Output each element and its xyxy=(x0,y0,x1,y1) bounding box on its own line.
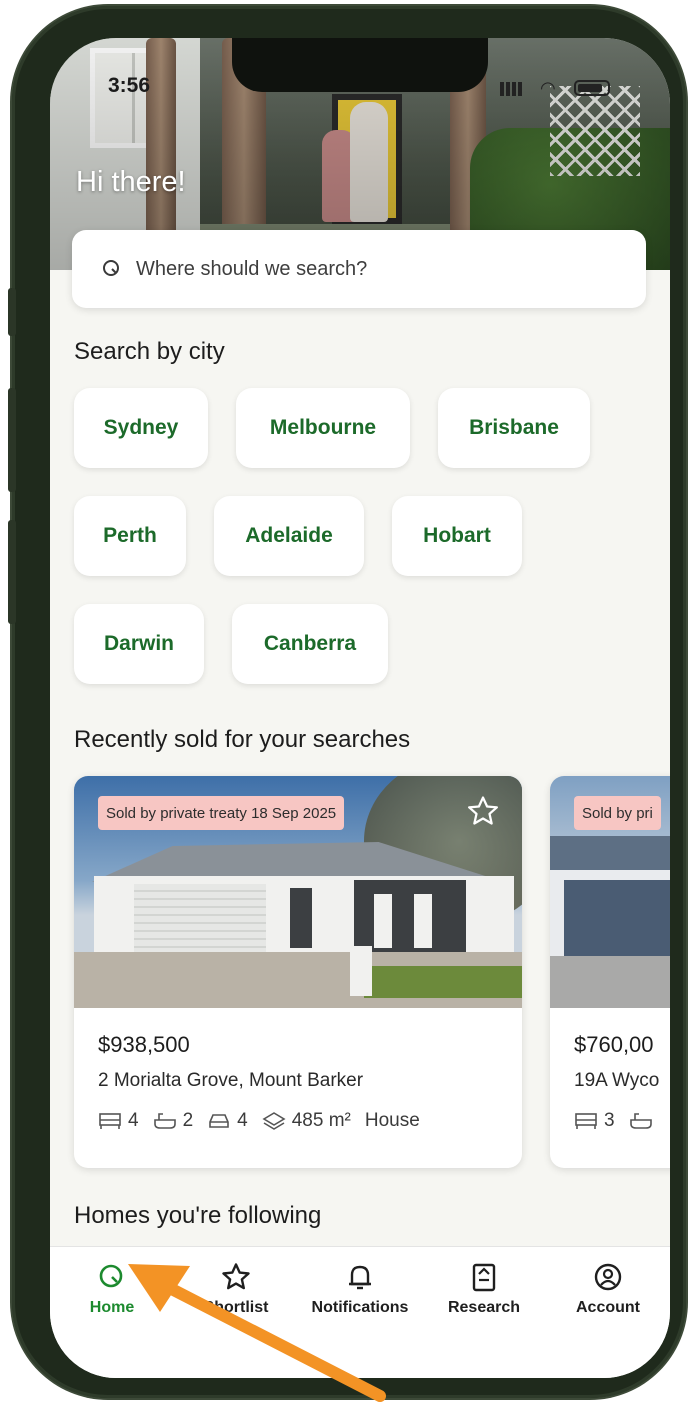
star-icon[interactable] xyxy=(466,794,500,828)
sold-label: Sold by private treaty 18 Sep 2025 xyxy=(98,796,345,830)
cars-count: 4 xyxy=(237,1110,248,1131)
listing-address: 2 Morialta Grove, Mount Barker xyxy=(98,1070,364,1091)
camera-notch xyxy=(232,38,488,92)
clipboard-icon xyxy=(472,1263,496,1292)
nav-notifications-label: Notifications xyxy=(311,1299,409,1316)
battery-icon xyxy=(574,80,610,96)
bottom-nav: Home Shortlist Notifications Research Ac… xyxy=(50,1246,670,1378)
search-placeholder: Where should we search? xyxy=(136,257,368,280)
status-icons: ◠ xyxy=(500,76,620,98)
app-screen: 3:56 ◠ Hi there! Where should we search?… xyxy=(50,38,670,1378)
status-time: 3:56 xyxy=(108,74,151,97)
homes-following-heading: Homes you're following xyxy=(74,1202,322,1229)
nav-shortlist[interactable]: Shortlist xyxy=(174,1261,298,1317)
bed-icon xyxy=(575,1113,597,1129)
land-size-icon xyxy=(262,1112,286,1130)
listing-address: 19A Wyco xyxy=(574,1070,660,1091)
city-chip-melbourne[interactable]: Melbourne xyxy=(236,388,410,468)
volume-up-button xyxy=(8,388,16,492)
listing-card[interactable]: Sold by pri $760,00 19A Wyco 3 xyxy=(550,776,670,1168)
city-chip-brisbane[interactable]: Brisbane xyxy=(438,388,590,468)
nav-shortlist-label: Shortlist xyxy=(203,1299,269,1316)
listing-price: $938,500 xyxy=(98,1032,190,1057)
recently-sold-heading: Recently sold for your searches xyxy=(74,726,411,753)
beds-count: 3 xyxy=(604,1110,615,1131)
nav-research-label: Research xyxy=(447,1299,521,1316)
city-chip-perth[interactable]: Perth xyxy=(74,496,186,576)
sold-label: Sold by pri xyxy=(574,796,661,830)
bell-icon xyxy=(349,1265,371,1290)
land-size: 485 m² xyxy=(291,1110,351,1131)
property-type: House xyxy=(364,1110,420,1131)
mute-switch xyxy=(8,288,16,336)
city-chip-hobart[interactable]: Hobart xyxy=(392,496,522,576)
city-chip-darwin[interactable]: Darwin xyxy=(74,604,204,684)
listing-price: $760,00 xyxy=(574,1032,654,1057)
wifi-icon: ◠ xyxy=(540,78,556,98)
city-chip-sydney[interactable]: Sydney xyxy=(74,388,208,468)
nav-notifications[interactable]: Notifications xyxy=(298,1261,422,1317)
nav-research[interactable]: Research xyxy=(422,1261,546,1317)
nav-account[interactable]: Account xyxy=(546,1261,670,1317)
car-icon xyxy=(209,1114,229,1128)
search-by-city-heading: Search by city xyxy=(74,338,225,365)
baths-count: 2 xyxy=(182,1110,194,1131)
beds-count: 4 xyxy=(128,1110,139,1131)
signal-icon xyxy=(500,82,522,96)
search-icon xyxy=(103,260,119,276)
account-icon xyxy=(594,1263,622,1291)
search-input[interactable]: Where should we search? xyxy=(72,230,646,308)
city-chip-adelaide[interactable]: Adelaide xyxy=(214,496,364,576)
search-icon xyxy=(99,1264,123,1288)
listing-features: 3 xyxy=(574,1110,670,1132)
listing-card[interactable]: Sold by private treaty 18 Sep 2025 $938,… xyxy=(74,776,522,1168)
greeting-title: Hi there! xyxy=(76,166,186,198)
volume-down-button xyxy=(8,520,16,624)
nav-home-label: Home xyxy=(89,1299,135,1316)
bed-icon xyxy=(99,1113,121,1129)
bath-icon xyxy=(153,1113,176,1129)
star-icon xyxy=(222,1263,250,1290)
bath-icon xyxy=(629,1113,652,1129)
city-chip-canberra[interactable]: Canberra xyxy=(232,604,388,684)
listing-features: 4 2 4 485 m² House xyxy=(98,1110,512,1132)
nav-home[interactable]: Home xyxy=(50,1261,174,1317)
nav-account-label: Account xyxy=(576,1299,640,1316)
